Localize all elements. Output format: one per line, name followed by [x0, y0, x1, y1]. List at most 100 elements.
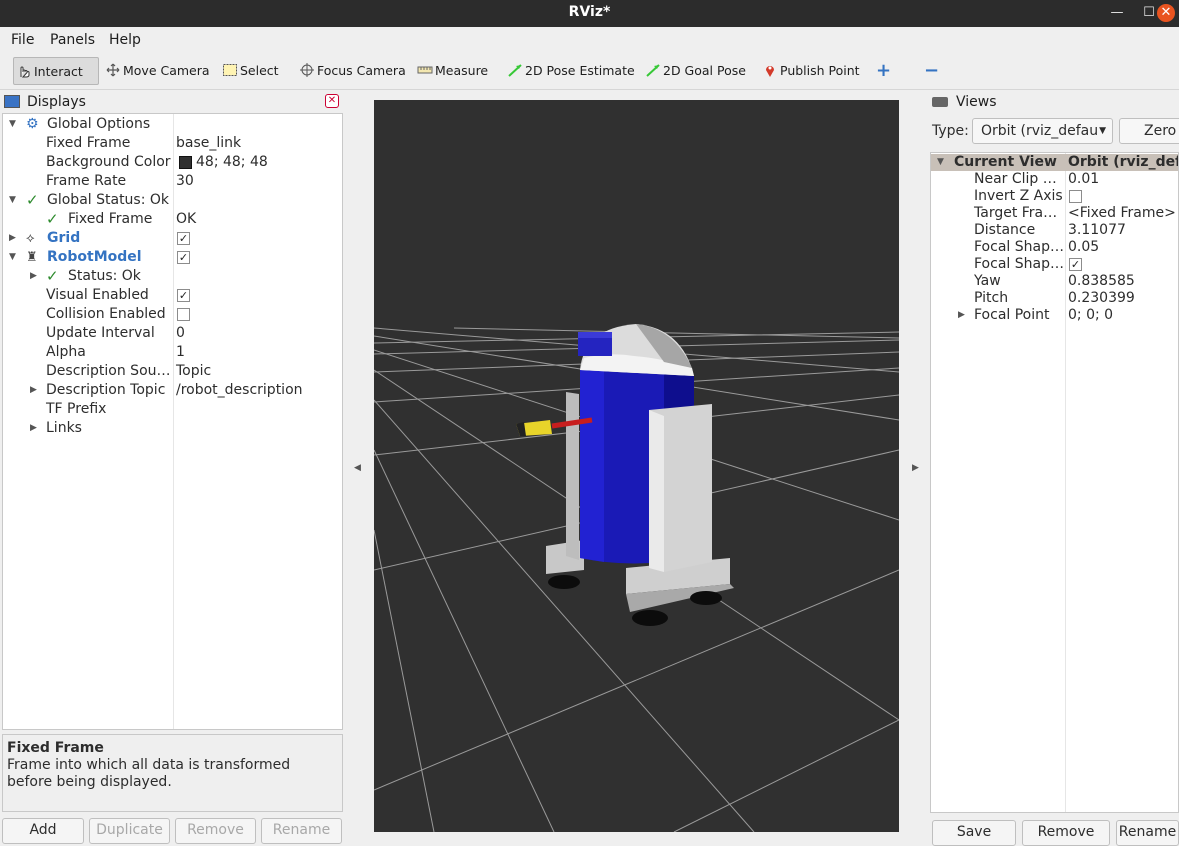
save-view-button[interactable]: Save [932, 820, 1016, 846]
tree-value[interactable]: 0 [176, 324, 185, 343]
view-prop-distance[interactable]: Distance 3.11077 [931, 222, 1178, 239]
tree-row-fixed-frame[interactable]: Fixed Frame base_link [3, 134, 342, 153]
tree-value[interactable]: 1 [176, 343, 185, 362]
tree-label: Status: Ok [68, 268, 141, 284]
grid-enabled-checkbox[interactable]: ✓ [177, 232, 190, 245]
visual-enabled-checkbox[interactable]: ✓ [177, 289, 190, 302]
tree-row-grid[interactable]: ▶ ⟡ Grid ✓ [3, 229, 342, 248]
displays-tree[interactable]: ▼ ⚙ Global Options Fixed Frame base_link… [2, 113, 343, 730]
duplicate-button[interactable]: Duplicate [89, 818, 170, 844]
goal-pose-tool-button[interactable]: 2D Goal Pose [643, 57, 746, 85]
render-scene[interactable] [374, 100, 899, 832]
robotmodel-enabled-checkbox[interactable]: ✓ [177, 251, 190, 264]
tree-value[interactable]: 0.01 [1068, 171, 1099, 188]
collapse-arrow-icon[interactable]: ▶ [958, 307, 965, 324]
minimize-icon[interactable]: — [1107, 3, 1127, 23]
collision-enabled-checkbox[interactable] [177, 308, 190, 321]
tree-row-frame-rate[interactable]: Frame Rate 30 [3, 172, 342, 191]
add-tool-icon[interactable]: + [874, 57, 891, 85]
expand-arrow-icon[interactable]: ▼ [937, 154, 944, 171]
menu-help[interactable]: Help [109, 32, 141, 48]
expand-arrow-icon[interactable]: ▼ [9, 248, 16, 267]
tree-row-description-topic[interactable]: ▶ Description Topic /robot_description [3, 381, 342, 400]
rename-display-button[interactable]: Rename [261, 818, 342, 844]
3d-viewport[interactable] [374, 100, 899, 832]
tree-label: Near Clip … [974, 171, 1057, 187]
collapse-arrow-icon[interactable]: ▶ [9, 229, 16, 248]
close-icon[interactable]: ✕ [1157, 4, 1175, 22]
measure-tool-button[interactable]: Measure [415, 57, 488, 85]
check-ok-icon: ✓ [26, 191, 39, 209]
tree-row-visual-enabled[interactable]: Visual Enabled ✓ [3, 286, 342, 305]
view-prop-yaw[interactable]: Yaw 0.838585 [931, 273, 1178, 290]
tree-value[interactable]: 48; 48; 48 [196, 153, 268, 172]
tree-value[interactable]: 30 [176, 172, 194, 191]
add-button[interactable]: Add [2, 818, 84, 844]
tree-row-update-interval[interactable]: Update Interval 0 [3, 324, 342, 343]
views-tree[interactable]: ▼ Current View Orbit (rviz_defa Near Cli… [930, 152, 1179, 813]
invert-z-checkbox[interactable] [1069, 190, 1082, 203]
menu-file[interactable]: File [11, 32, 34, 48]
property-help-box: Fixed Frame Frame into which all data is… [2, 734, 343, 812]
view-prop-focal-shape-fixed[interactable]: Focal Shap… ✓ [931, 256, 1178, 273]
tree-row-links[interactable]: ▶ Links [3, 419, 342, 438]
tree-value[interactable]: 0.838585 [1068, 273, 1135, 290]
tree-row-robotmodel[interactable]: ▼ ♜ RobotModel ✓ [3, 248, 342, 267]
remove-tool-icon[interactable]: − [922, 57, 939, 85]
tree-label: Global Status: Ok [47, 192, 170, 208]
focal-shape-fixed-checkbox[interactable]: ✓ [1069, 258, 1082, 271]
tree-value[interactable]: 0; 0; 0 [1068, 307, 1113, 324]
tree-value[interactable]: 0.230399 [1068, 290, 1135, 307]
tree-value[interactable]: 0.05 [1068, 239, 1099, 256]
tree-row-background-color[interactable]: Background Color 48; 48; 48 [3, 153, 342, 172]
tree-value[interactable]: <Fixed Frame> [1068, 205, 1176, 222]
view-prop-target-frame[interactable]: Target Fra… <Fixed Frame> [931, 205, 1178, 222]
collapse-arrow-icon[interactable]: ▶ [30, 381, 37, 400]
tree-row-tf-prefix[interactable]: TF Prefix [3, 400, 342, 419]
rename-view-button[interactable]: Rename [1116, 820, 1179, 846]
view-type-select[interactable]: Orbit (rviz_defau ▼ [972, 118, 1113, 144]
tree-value[interactable]: base_link [176, 134, 241, 153]
robot-icon: ♜ [26, 250, 38, 265]
close-panel-icon[interactable]: ✕ [325, 94, 339, 108]
tree-row-status-ok[interactable]: ▶ ✓ Status: Ok [3, 267, 342, 286]
left-splitter-arrow-icon[interactable]: ◀ [354, 463, 361, 473]
expand-arrow-icon[interactable]: ▼ [9, 191, 16, 210]
interact-tool-button[interactable]: Interact [13, 57, 99, 85]
collapse-arrow-icon[interactable]: ▶ [30, 419, 37, 438]
collapse-arrow-icon[interactable]: ▶ [30, 267, 37, 286]
tree-row-collision-enabled[interactable]: Collision Enabled [3, 305, 342, 324]
expand-arrow-icon[interactable]: ▼ [9, 115, 16, 134]
current-view-header-row[interactable]: ▼ Current View Orbit (rviz_defa [931, 154, 1178, 171]
tree-label: Frame Rate [46, 173, 127, 189]
zero-button[interactable]: Zero [1119, 118, 1179, 144]
tree-value[interactable]: 3.11077 [1068, 222, 1126, 239]
tree-value[interactable]: Topic [176, 362, 211, 381]
view-prop-focal-shape-size[interactable]: Focal Shap… 0.05 [931, 239, 1178, 256]
view-prop-invert-z[interactable]: Invert Z Axis [931, 188, 1178, 205]
tree-value[interactable]: /robot_description [176, 381, 303, 400]
robot-model [516, 324, 734, 626]
focus-camera-tool-button[interactable]: Focus Camera [297, 57, 406, 85]
remove-display-button[interactable]: Remove [175, 818, 256, 844]
right-splitter-arrow-icon[interactable]: ▶ [912, 463, 919, 473]
select-tool-button[interactable]: Select [220, 57, 279, 85]
tree-row-global-status[interactable]: ▼ ✓ Global Status: Ok [3, 191, 342, 210]
tree-row-status-fixed-frame[interactable]: ✓ Fixed Frame OK [3, 210, 342, 229]
maximize-icon[interactable]: ☐ [1139, 3, 1159, 23]
publish-point-tool-button[interactable]: Publish Point [760, 57, 860, 85]
gear-icon: ⚙ [26, 116, 39, 132]
view-prop-near-clip[interactable]: Near Clip … 0.01 [931, 171, 1178, 188]
pose-estimate-tool-button[interactable]: 2D Pose Estimate [505, 57, 635, 85]
remove-view-button[interactable]: Remove [1022, 820, 1110, 846]
view-prop-focal-point[interactable]: ▶ Focal Point 0; 0; 0 [931, 307, 1178, 324]
menu-panels[interactable]: Panels [50, 32, 95, 48]
tree-row-description-source[interactable]: Description Sou… Topic [3, 362, 342, 381]
tree-label: Background Color [46, 154, 171, 170]
move-camera-tool-button[interactable]: Move Camera [103, 57, 210, 85]
color-swatch[interactable] [179, 156, 192, 169]
menu-bar: File Panels Help [0, 27, 1179, 53]
view-prop-pitch[interactable]: Pitch 0.230399 [931, 290, 1178, 307]
tree-row-alpha[interactable]: Alpha 1 [3, 343, 342, 362]
tree-row-global-options[interactable]: ▼ ⚙ Global Options [3, 115, 342, 134]
